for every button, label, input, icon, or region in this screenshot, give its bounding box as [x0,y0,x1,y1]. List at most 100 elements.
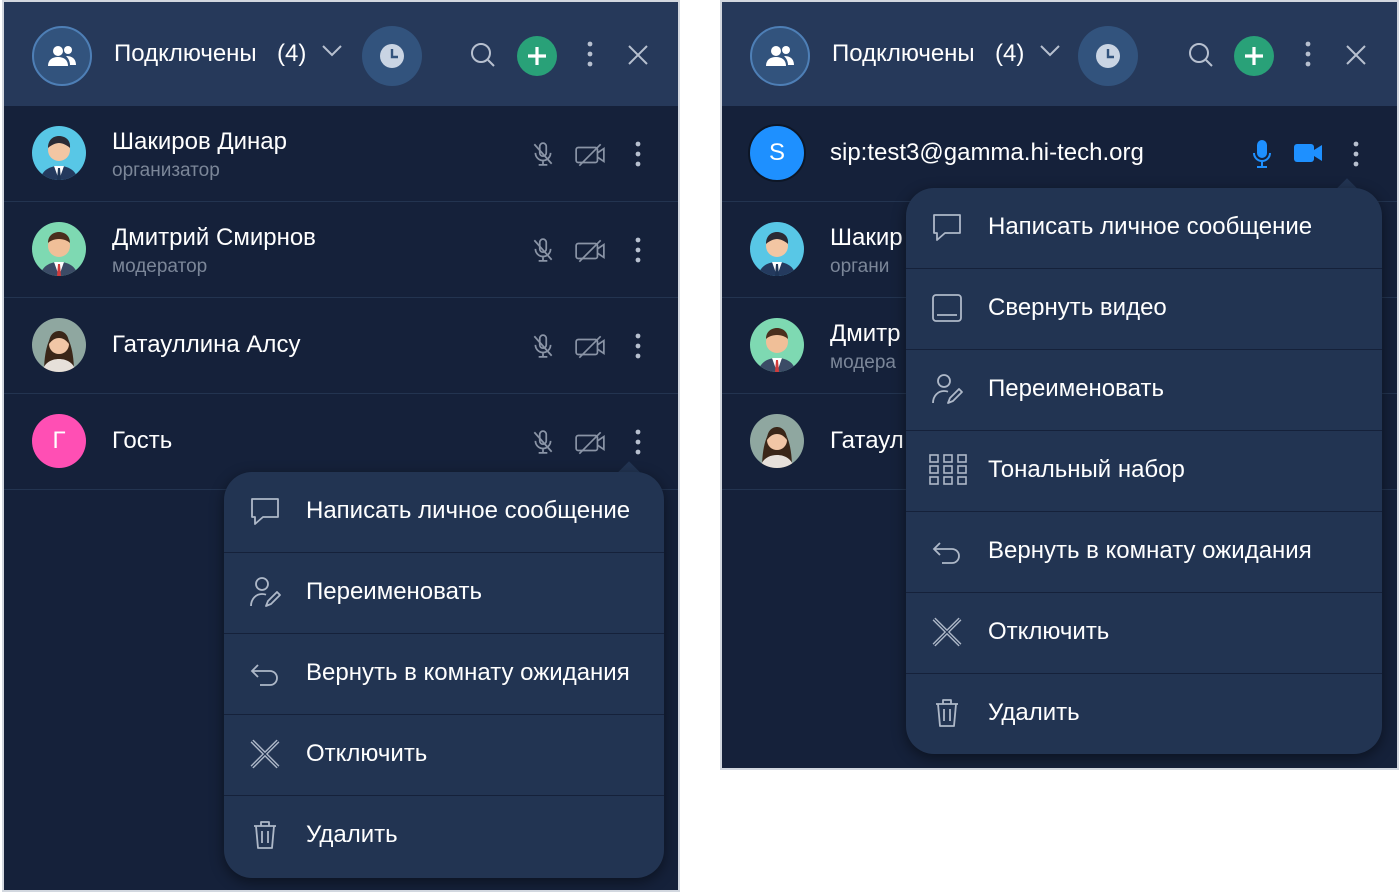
participants-panel-right: Подключены (4) S sip:test3@gamma.hi-tech… [720,0,1399,770]
mic-on-icon[interactable] [1252,139,1272,169]
menu-item-label: Отключить [988,618,1110,645]
clock-icon [378,42,406,70]
avatar [750,318,804,372]
add-participant-button[interactable] [517,36,557,76]
avatar [32,222,86,276]
panel-header: Подключены (4) [722,2,1397,106]
participant-row[interactable]: Дмитрий Смирнов модератор [4,202,678,298]
participant-name: Гатаул [830,427,904,454]
participant-row[interactable]: Шакиров Динар организатор [4,106,678,202]
menu-item-label: Свернуть видео [988,294,1167,321]
avatar: S [748,124,806,182]
mic-off-icon[interactable] [530,140,556,168]
camera-off-icon[interactable] [574,238,606,264]
header-title: Подключены [114,40,257,67]
trash-icon [248,818,282,852]
menu-item-private-message[interactable]: Написать личное сообщение [906,188,1382,269]
header-count: (4) [995,40,1025,67]
avatar [750,222,804,276]
minimize-video-icon [930,291,964,325]
waiting-room-button[interactable] [1078,26,1138,86]
close-icon[interactable] [1345,44,1367,66]
menu-item-label: Написать личное сообщение [306,497,631,524]
disconnect-icon [248,737,282,771]
menu-item-label: Переименовать [306,578,482,605]
plus-icon [1243,45,1265,67]
participant-name: sip:test3@gamma.hi-tech.org [830,139,1144,166]
participants-button[interactable] [32,26,92,86]
return-icon [930,534,964,568]
participant-role: модератор [112,256,208,277]
menu-item-rename[interactable]: Переименовать [224,553,664,634]
participant-role: органи [830,256,890,277]
camera-off-icon[interactable] [574,334,606,360]
more-options-icon[interactable] [634,236,642,264]
camera-off-icon[interactable] [574,430,606,456]
menu-item-label: Удалить [306,821,398,848]
rename-icon [930,372,964,406]
menu-item-disconnect[interactable]: Отключить [224,715,664,796]
search-icon[interactable] [1188,42,1214,68]
participant-name: Шакир [830,224,903,251]
mic-off-icon[interactable] [530,332,556,360]
more-options-icon[interactable] [1304,40,1312,68]
menu-item-delete[interactable]: Удалить [224,796,664,876]
more-options-icon[interactable] [634,428,642,456]
mic-off-icon[interactable] [530,236,556,264]
participant-name: Шакиров Динар [112,128,287,155]
participant-name: Дмитр [830,320,901,347]
participants-panel-left: Подключены (4) Шакиров Динар организатор… [2,0,680,892]
message-icon [248,494,282,528]
menu-item-return-to-waiting-room[interactable]: Вернуть в комнату ожидания [224,634,664,715]
more-options-icon[interactable] [634,140,642,168]
panel-header: Подключены (4) [4,2,678,106]
participant-context-menu: Написать личное сообщение Переименовать … [224,472,664,878]
camera-off-icon[interactable] [574,142,606,168]
clock-icon [1094,42,1122,70]
participant-context-menu: Написать личное сообщение Свернуть видео… [906,188,1382,754]
chevron-down-icon[interactable] [1039,44,1061,58]
search-icon[interactable] [470,42,496,68]
participants-button[interactable] [750,26,810,86]
menu-item-label: Удалить [988,699,1080,726]
menu-item-disconnect[interactable]: Отключить [906,593,1382,674]
avatar [750,414,804,468]
mic-off-icon[interactable] [530,428,556,456]
menu-item-delete[interactable]: Удалить [906,674,1382,754]
participant-name: Гатауллина Алсу [112,331,301,358]
avatar: Г [32,414,86,468]
menu-item-label: Переименовать [988,375,1164,402]
menu-item-label: Тональный набор [988,456,1185,483]
menu-item-minimize-video[interactable]: Свернуть видео [906,269,1382,350]
chevron-down-icon[interactable] [321,44,343,58]
menu-item-private-message[interactable]: Написать личное сообщение [224,472,664,553]
more-options-icon[interactable] [1352,140,1360,168]
menu-item-label: Вернуть в комнату ожидания [988,537,1312,564]
users-icon [765,44,795,68]
more-options-icon[interactable] [634,332,642,360]
message-icon [930,210,964,244]
add-participant-button[interactable] [1234,36,1274,76]
menu-item-label: Отключить [306,740,428,767]
disconnect-icon [930,615,964,649]
menu-item-rename[interactable]: Переименовать [906,350,1382,431]
trash-icon [930,696,964,730]
participant-name: Дмитрий Смирнов [112,224,316,251]
avatar [32,318,86,372]
participant-role: организатор [112,160,220,181]
more-options-icon[interactable] [586,40,594,68]
plus-icon [526,45,548,67]
participant-name: Гость [112,427,173,454]
rename-icon [248,575,282,609]
menu-item-return-to-waiting-room[interactable]: Вернуть в комнату ожидания [906,512,1382,593]
menu-item-dtmf-dialpad[interactable]: Тональный набор [906,431,1382,512]
close-icon[interactable] [627,44,649,66]
participant-row[interactable]: Гатауллина Алсу [4,298,678,394]
camera-on-icon[interactable] [1293,142,1323,164]
return-icon [248,656,282,690]
header-count: (4) [277,40,307,67]
menu-item-label: Вернуть в комнату ожидания [306,659,630,686]
users-icon [47,44,77,68]
waiting-room-button[interactable] [362,26,422,86]
dialpad-icon [928,453,968,487]
